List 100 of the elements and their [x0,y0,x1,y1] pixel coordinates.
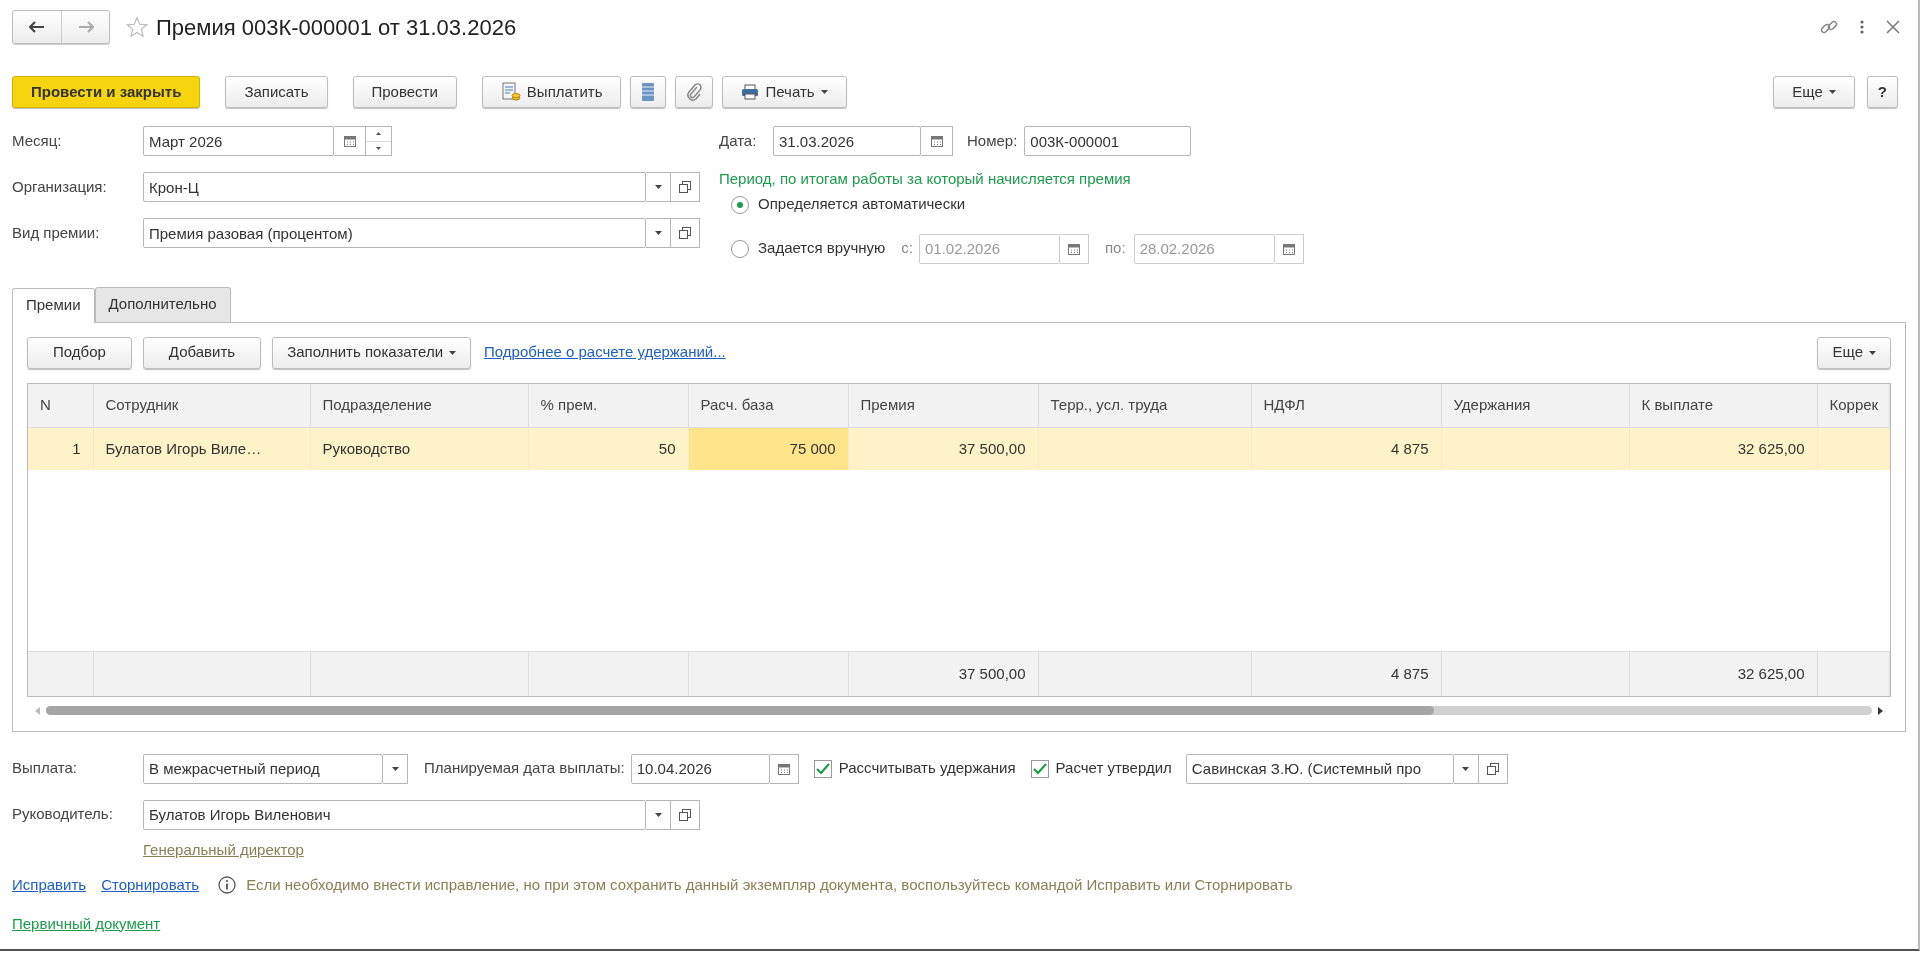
field-label: Дата: [719,130,758,151]
column-header[interactable]: НДФЛ [1251,383,1441,428]
open-button[interactable] [671,799,700,830]
total-cell: 32 625,00 [1629,651,1817,696]
column-header[interactable]: N [28,383,93,428]
column-header[interactable]: Премия [848,383,1038,428]
printer-icon [741,84,760,100]
table-row[interactable]: 1 Булатов Игорь Виле… Руководство 50 75 000 37 500,00 4 875 32 625,00 [28,427,1889,470]
open-icon [679,227,691,239]
total-cell: 4 875 [1251,651,1441,696]
list-button[interactable] [630,76,667,108]
field-label: Вид премии: [12,222,101,243]
column-header[interactable]: Удержания [1441,383,1629,428]
info-icon [218,876,237,895]
open-button[interactable] [671,172,700,202]
calendar-icon [1068,242,1080,255]
tab[interactable]: Дополнительно [94,286,231,322]
post-close-button[interactable]: Провести и закрыть [12,76,201,108]
open-button[interactable] [1478,753,1508,784]
close-icon[interactable] [1886,20,1900,34]
table-button[interactable]: Добавить [142,336,262,369]
details-link[interactable]: Подробнее о расчете удержаний... [484,341,726,364]
column-header[interactable]: Подразделение [310,383,528,428]
toolbar-button[interactable]: Записать [225,76,328,108]
radio-button[interactable] [731,239,749,258]
link-icon[interactable] [1820,18,1838,36]
table-cell: Булатов Игорь Виле… [93,427,310,470]
calendar-button[interactable] [334,126,366,156]
calendar-button[interactable] [921,126,953,156]
help-button[interactable]: ? [1866,76,1898,108]
more-button[interactable]: Еще [1817,336,1891,369]
scroll-right-icon[interactable] [1878,706,1883,715]
column-header[interactable]: Коррек [1817,383,1889,428]
checkbox[interactable] [813,759,832,778]
field-label: Выплата: [12,758,78,779]
window-title: Премия 003К-000001 от 31.03.2026 [156,13,517,42]
calendar-button[interactable] [1060,233,1089,264]
more-button[interactable]: Еще [1773,76,1855,108]
toolbar-button[interactable]: Провести [352,76,457,108]
select-field[interactable]: Крон-Ц [143,172,646,202]
up-icon [376,132,381,136]
column-header[interactable]: Терр., усл. труда [1038,383,1251,428]
list-icon [641,82,656,102]
scroll-left-icon[interactable] [35,706,40,715]
calendar-icon [1282,242,1295,255]
radio-label[interactable]: Задается вручную [758,237,886,260]
calendar-button[interactable] [769,753,799,784]
radio-label[interactable]: Определяется автоматически [758,193,966,216]
field-label: Номер: [967,130,1018,151]
column-header[interactable]: Сотрудник [93,383,310,428]
action-link[interactable]: Сторнировать [101,874,200,897]
caret-icon [1462,766,1470,771]
table-cell: 4 875 [1251,427,1441,470]
checkbox-label[interactable]: Расчет утвердил [1055,757,1172,780]
position-link[interactable]: Генеральный директор [143,838,304,861]
calendar-icon [343,135,356,147]
attach-button[interactable] [675,76,714,108]
star-icon[interactable] [126,16,148,38]
open-icon [1486,762,1499,775]
column-header[interactable]: % прем. [528,383,688,428]
info-text: Если необходимо внести исправление, но при этом сохранить данный экземпляр документа, воспользуйтесь командой Исправить или Сторнировать [246,875,1293,895]
column-header[interactable]: К выплате [1629,383,1817,428]
tab[interactable]: Премии [12,287,95,323]
select-field[interactable]: Савинская З.Ю. (Системный про [1185,753,1454,784]
table-button[interactable]: Подбор [27,336,132,369]
select-field[interactable]: Премия разовая (процентом) [143,218,646,248]
calendar-icon [777,762,790,775]
print-button[interactable]: Печать [722,76,847,108]
table-button[interactable]: Заполнить показатели [272,336,472,369]
action-link[interactable]: Исправить [12,874,87,897]
calendar-button[interactable] [1274,233,1304,264]
caret-icon [391,766,399,771]
table-cell: Руководство [310,427,528,470]
document-coins-icon [500,82,521,102]
field-label: Месяц: [12,130,63,151]
total-cell: 37 500,00 [848,651,1038,696]
number-field[interactable]: 003К-000001 [1024,126,1192,156]
field-label: с: [901,238,913,259]
checkbox-label[interactable]: Рассчитывать удержания [838,757,1016,780]
checkbox[interactable] [1030,759,1049,778]
radio-button[interactable] [731,195,749,214]
field-label: Руководитель: [12,804,114,825]
date-field[interactable]: 31.03.2026 [773,126,921,156]
pay-button[interactable]: Выплатить [481,76,622,108]
more-icon[interactable] [1860,20,1864,34]
select-field[interactable]: В межрасчетный период [143,753,383,784]
spin-button[interactable] [366,126,392,156]
date-field[interactable]: 10.04.2026 [630,753,770,784]
primary-document-link[interactable]: Первичный документ [12,912,161,935]
table-cell: 32 625,00 [1629,427,1817,470]
column-header[interactable]: Расч. база [688,383,848,428]
month-field[interactable]: Март 2026 [143,126,334,156]
open-button[interactable] [671,218,700,248]
down-icon [376,146,381,150]
field-label: по: [1105,238,1126,259]
open-icon [679,181,691,193]
field-label: Организация: [12,176,108,197]
select-field[interactable]: Булатов Игорь Виленович [143,799,646,830]
table-cell: 1 [28,427,93,470]
dropdown-button[interactable] [383,753,408,784]
